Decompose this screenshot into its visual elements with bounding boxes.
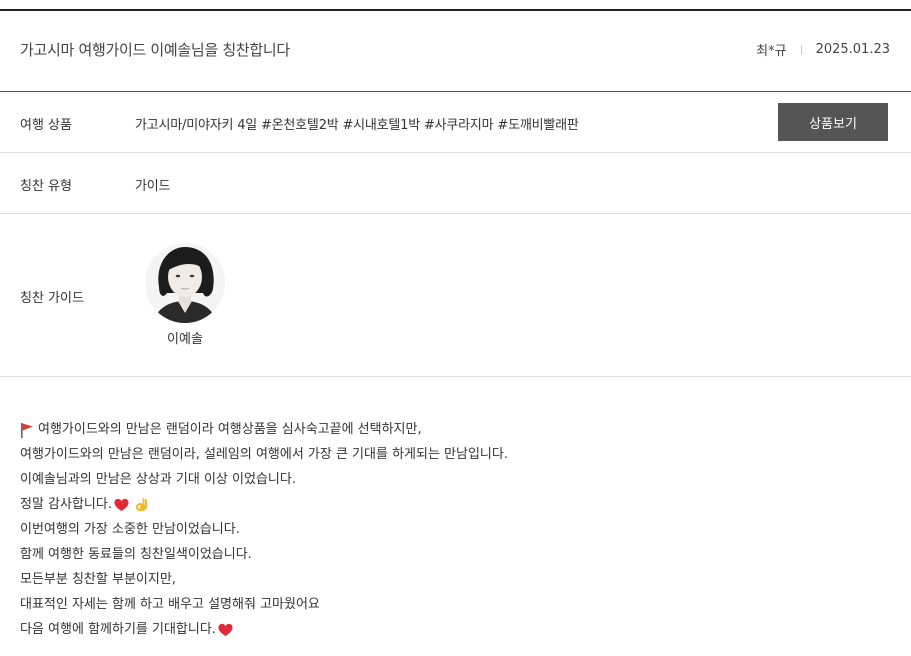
post-title: 가고시마 여행가이드 이예솔님을 칭찬합니다	[20, 41, 290, 59]
body-line-text: 대표적인 자세는 함께 하고 배우고 설명해줘 고마웠어요	[20, 597, 320, 612]
body-line: 이예솔님과의 만남은 상상과 기대 이상 이었습니다.	[20, 467, 890, 492]
body-line: 대표적인 자세는 함께 하고 배우고 설명해줘 고마웠어요	[20, 592, 890, 617]
ok-hand-icon	[136, 497, 147, 511]
body-line-text: 정말 감사합니다.	[20, 497, 112, 512]
guide-name: 이예솔	[167, 332, 203, 347]
body-line: 여행가이드와의 만남은 랜덤이라, 설레임의 여행에서 가장 큰 기대를 하게되…	[20, 442, 890, 467]
row-divider	[0, 152, 911, 153]
header-divider	[0, 91, 911, 92]
type-value: 가이드	[135, 179, 171, 194]
body-line: 다음 여행에 함께하기를 기대합니다.	[20, 617, 890, 642]
body-line-text: 이예솔님과의 만남은 상상과 기대 이상 이었습니다.	[20, 472, 296, 487]
row-divider	[0, 213, 911, 214]
post-author: 최*규	[756, 44, 787, 59]
row-divider	[0, 376, 911, 377]
body-line-text: 여행가이드와의 만남은 랜덤이라, 설레임의 여행에서 가장 큰 기대를 하게되…	[20, 447, 508, 462]
body-line: 함께 여행한 동료들의 칭찬일색이었습니다.	[20, 542, 890, 567]
body-line: 이번여행의 가장 소중한 만남이었습니다.	[20, 517, 890, 542]
type-label: 칭찬 유형	[20, 179, 72, 194]
red-flag-icon	[21, 422, 33, 438]
view-product-button[interactable]: 상품보기	[778, 103, 888, 141]
body-line-text: 함께 여행한 동료들의 칭찬일색이었습니다.	[20, 547, 252, 562]
body-line: 여행가이드와의 만남은 랜덤이라 여행상품을 심사숙고끝에 선택하지만,	[20, 417, 890, 442]
post-meta: 최*규 2025.01.23	[756, 40, 890, 59]
product-label: 여행 상품	[20, 118, 72, 133]
post-date: 2025.01.23	[815, 42, 890, 57]
body-line: 모든부분 칭찬할 부분이지만,	[20, 567, 890, 592]
post-header: 가고시마 여행가이드 이예솔님을 칭찬합니다 최*규 2025.01.23	[0, 11, 911, 91]
guide-avatar	[145, 243, 225, 323]
body-line: 정말 감사합니다.	[20, 492, 890, 517]
body-line-text: 여행가이드와의 만남은 랜덤이라 여행상품을 심사숙고끝에 선택하지만,	[38, 422, 422, 437]
meta-divider	[800, 44, 802, 55]
red-heart-icon	[114, 498, 129, 511]
body-line-text: 모든부분 칭찬할 부분이지만,	[20, 572, 176, 587]
product-value: 가고시마/미야자키 4일 #온천호텔2박 #시내호텔1박 #사쿠라지마 #도깨비…	[135, 118, 579, 133]
red-heart-icon	[218, 623, 233, 636]
guide-label: 칭찬 가이드	[20, 291, 84, 306]
post-body: 여행가이드와의 만남은 랜덤이라 여행상품을 심사숙고끝에 선택하지만, 여행가…	[20, 417, 890, 642]
body-line-text: 다음 여행에 함께하기를 기대합니다.	[20, 622, 216, 637]
body-line-text: 이번여행의 가장 소중한 만남이었습니다.	[20, 522, 240, 537]
